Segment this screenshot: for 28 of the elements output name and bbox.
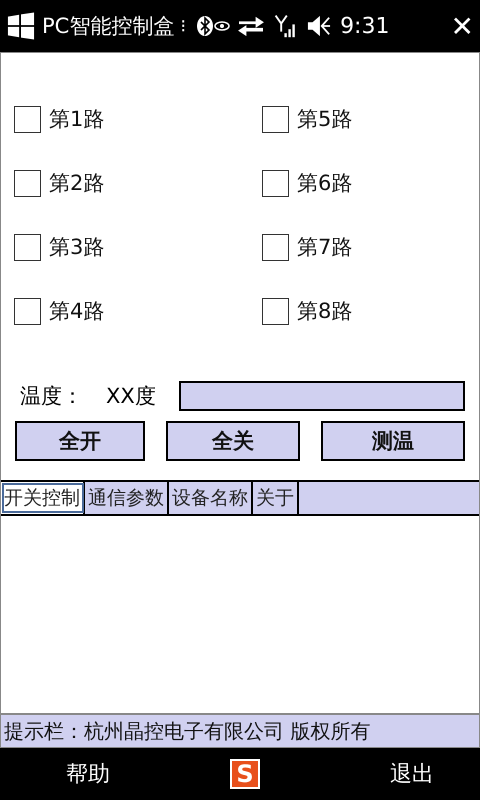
overflow-icon: ⁝: [180, 16, 186, 36]
channel-checkbox[interactable]: 第4路: [14, 297, 104, 325]
channel-checkbox[interactable]: 第1路: [14, 105, 104, 133]
app-title: PC智能控制盒: [42, 13, 174, 40]
close-button[interactable]: ✕: [450, 10, 474, 42]
action-button[interactable]: 测温: [321, 421, 465, 461]
temperature-field[interactable]: [179, 381, 465, 411]
help-softkey[interactable]: 帮助: [60, 758, 116, 790]
tab[interactable]: 开关控制: [1, 482, 85, 514]
action-button[interactable]: 全关: [166, 421, 300, 461]
channel-checkbox[interactable]: 第7路: [262, 233, 352, 261]
mute-speaker-icon: [306, 14, 332, 38]
channel-checkbox[interactable]: 第2路: [14, 169, 104, 197]
exit-softkey[interactable]: 退出: [384, 758, 440, 790]
channel-checkbox[interactable]: 第5路: [262, 105, 352, 133]
clock-time: 9:31: [340, 14, 390, 38]
channel-checkbox[interactable]: 第8路: [262, 297, 352, 325]
temperature-value: XX度: [106, 383, 157, 410]
action-button[interactable]: 全开: [15, 421, 145, 461]
hint-bar: 提示栏：杭州晶控电子有限公司 版权所有: [1, 713, 479, 747]
windows-logo-icon[interactable]: [6, 12, 36, 40]
data-transfer-icon: [236, 14, 266, 38]
tab[interactable]: 设备名称: [169, 482, 253, 514]
bluetooth-icon: [196, 14, 230, 38]
channel-checkbox[interactable]: 第6路: [262, 169, 352, 197]
input-method-icon[interactable]: S: [230, 759, 260, 789]
temperature-label: 温度：: [20, 383, 84, 410]
channel-checkbox[interactable]: 第3路: [14, 233, 104, 261]
